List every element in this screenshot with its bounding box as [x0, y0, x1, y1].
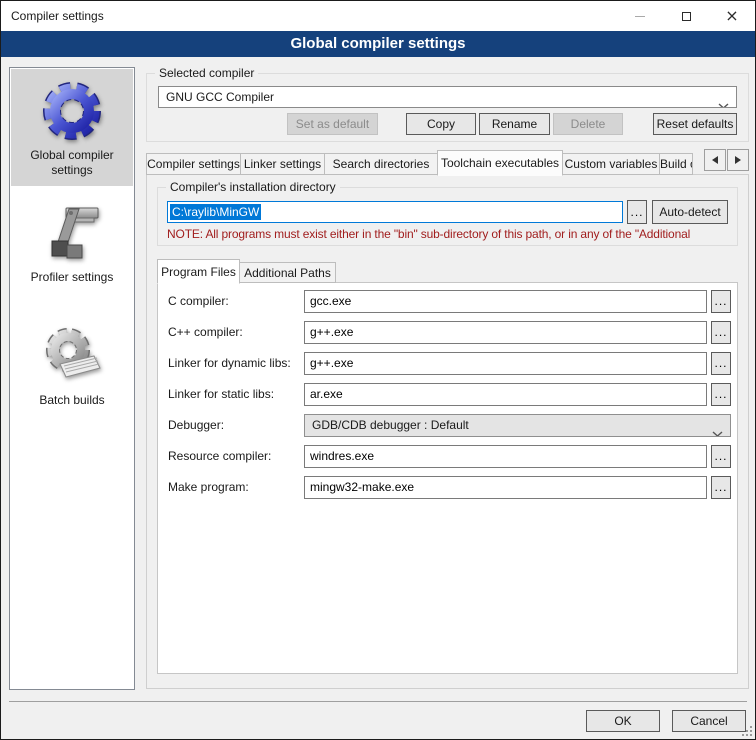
auto-detect-button[interactable]: Auto-detect — [652, 200, 728, 224]
tab-custom-variables[interactable]: Custom variables — [562, 153, 660, 175]
tab-toolchain-executables[interactable]: Toolchain executables — [437, 150, 563, 176]
dynamic-linker-row: Linker for dynamic libs: ... — [168, 351, 731, 375]
window-controls: × — [617, 1, 755, 31]
chevron-down-icon — [712, 423, 723, 437]
tab-compiler-settings[interactable]: Compiler settings — [146, 153, 241, 175]
resource-compiler-label: Resource compiler: — [168, 449, 304, 463]
copy-button[interactable]: Copy — [406, 113, 476, 135]
dynamic-linker-browse-button[interactable]: ... — [711, 352, 731, 375]
blue-gear-icon — [40, 79, 104, 143]
installation-directory-group: Compiler's installation directory C:\ray… — [157, 187, 738, 246]
static-linker-row: Linker for static libs: ... — [168, 382, 731, 406]
tab-linker-settings[interactable]: Linker settings — [240, 153, 325, 175]
debugger-row: Debugger: GDB/CDB debugger : Default — [168, 413, 731, 437]
title-bar: Compiler settings × — [1, 1, 755, 31]
settings-category-list: Global compiler settings — [9, 67, 135, 690]
chevron-down-icon — [718, 95, 729, 108]
caliper-icon — [40, 201, 104, 265]
right-arrow-icon[interactable] — [727, 149, 749, 171]
reset-defaults-button[interactable]: Reset defaults — [653, 113, 737, 135]
c-compiler-browse-button[interactable]: ... — [711, 290, 731, 313]
minimize-button[interactable] — [617, 1, 663, 31]
ok-button[interactable]: OK — [586, 710, 660, 732]
maximize-icon — [682, 12, 691, 21]
installation-directory-row: C:\raylib\MinGW ... Auto-detect — [167, 200, 728, 224]
close-button[interactable]: × — [709, 1, 755, 31]
cpp-compiler-label: C++ compiler: — [168, 325, 304, 339]
static-linker-input[interactable] — [304, 383, 707, 406]
debugger-select-value: GDB/CDB debugger : Default — [312, 418, 469, 432]
compiler-select-value: GNU GCC Compiler — [166, 90, 274, 104]
debugger-select[interactable]: GDB/CDB debugger : Default — [304, 414, 731, 437]
installation-directory-browse-button[interactable]: ... — [627, 200, 647, 224]
make-program-row: Make program: ... — [168, 475, 731, 499]
resource-compiler-browse-button[interactable]: ... — [711, 445, 731, 468]
sidebar-item-global-compiler-settings[interactable]: Global compiler settings — [11, 69, 133, 186]
resource-compiler-input[interactable] — [304, 445, 707, 468]
rename-button[interactable]: Rename — [479, 113, 550, 135]
main-panel: Selected compiler GNU GCC Compiler Set a… — [146, 67, 749, 689]
tab-scroll-arrows — [703, 149, 749, 171]
sidebar-item-batch-builds[interactable]: Batch builds — [11, 294, 133, 416]
resize-grip[interactable] — [742, 726, 752, 736]
settings-tab-strip: Compiler settings Linker settings Search… — [146, 149, 749, 175]
static-linker-browse-button[interactable]: ... — [711, 383, 731, 406]
set-as-default-button[interactable]: Set as default — [287, 113, 378, 135]
sidebar-item-profiler-settings[interactable]: Profiler settings — [11, 187, 133, 293]
make-program-browse-button[interactable]: ... — [711, 476, 731, 499]
maximize-button[interactable] — [663, 1, 709, 31]
page-title: Global compiler settings — [1, 31, 755, 57]
dynamic-linker-label: Linker for dynamic libs: — [168, 356, 304, 370]
dynamic-linker-input[interactable] — [304, 352, 707, 375]
left-arrow-icon[interactable] — [704, 149, 726, 171]
tab-program-files[interactable]: Program Files — [157, 259, 240, 284]
cpp-compiler-row: C++ compiler: ... — [168, 320, 731, 344]
delete-button[interactable]: Delete — [553, 113, 623, 135]
selected-compiler-group-label: Selected compiler — [155, 66, 258, 80]
cpp-compiler-browse-button[interactable]: ... — [711, 321, 731, 344]
bin-subdirectory-note: NOTE: All programs must exist either in … — [167, 227, 728, 241]
compiler-buttons-row: Set as default Copy Rename Delete Reset … — [158, 113, 737, 135]
c-compiler-row: C compiler: ... — [168, 289, 731, 313]
c-compiler-label: C compiler: — [168, 294, 304, 308]
tab-build-options-clipped[interactable]: Build options — [659, 153, 693, 175]
sidebar-item-label: Profiler settings — [13, 270, 131, 285]
program-files-tab-strip: Program Files Additional Paths — [157, 258, 738, 283]
compiler-select[interactable]: GNU GCC Compiler — [158, 86, 737, 108]
installation-directory-value: C:\raylib\MinGW — [170, 204, 261, 220]
selected-compiler-group: Selected compiler GNU GCC Compiler Set a… — [146, 73, 749, 142]
toolchain-executables-page: Compiler's installation directory C:\ray… — [146, 174, 749, 689]
static-linker-label: Linker for static libs: — [168, 387, 304, 401]
make-program-input[interactable] — [304, 476, 707, 499]
window-title: Compiler settings — [1, 9, 104, 23]
sidebar-item-label: Batch builds — [13, 393, 131, 408]
cpp-compiler-input[interactable] — [304, 321, 707, 344]
minimize-icon — [635, 16, 645, 17]
program-files-page: C compiler: ... C++ compiler: ... Linker… — [157, 282, 738, 674]
gray-gear-stack-icon — [40, 324, 104, 388]
c-compiler-input[interactable] — [304, 290, 707, 313]
cancel-button[interactable]: Cancel — [672, 710, 746, 732]
tab-search-directories[interactable]: Search directories — [324, 153, 438, 175]
debugger-label: Debugger: — [168, 418, 304, 432]
installation-directory-input[interactable]: C:\raylib\MinGW — [167, 201, 623, 223]
resource-compiler-row: Resource compiler: ... — [168, 444, 731, 468]
compiler-settings-dialog: Compiler settings × Global compiler sett… — [0, 0, 756, 740]
footer-divider — [9, 701, 747, 702]
installation-directory-group-label: Compiler's installation directory — [166, 180, 340, 194]
make-program-label: Make program: — [168, 480, 304, 494]
sidebar-item-label: Global compiler settings — [13, 148, 131, 178]
close-icon: × — [725, 8, 738, 24]
tab-additional-paths[interactable]: Additional Paths — [239, 262, 336, 283]
